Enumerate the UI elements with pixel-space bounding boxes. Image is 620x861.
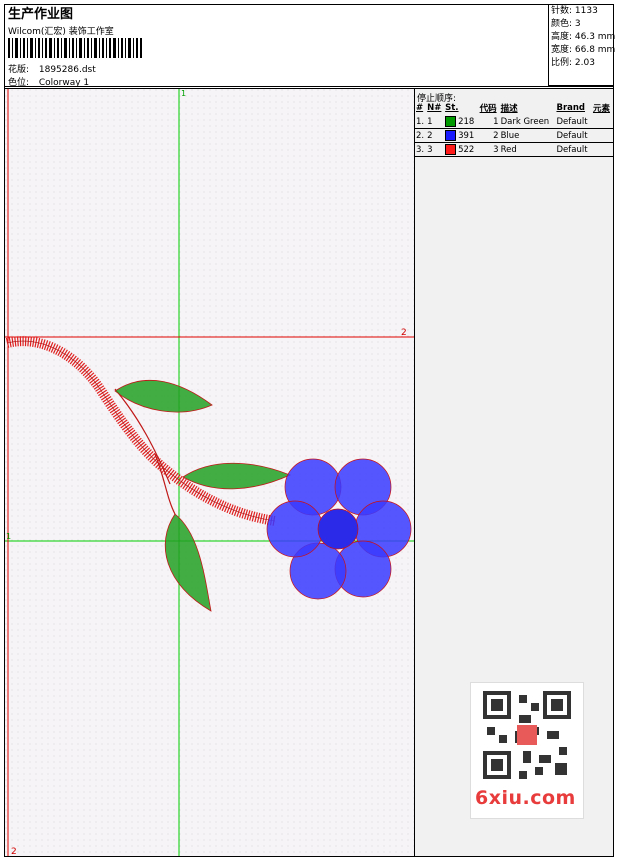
stop-sequence-table: # N# St. 代码 描述 Brand 元素 1. 1 218 1 Dark Gree… bbox=[415, 101, 613, 157]
stop-sequence-row[interactable]: 1. 1 218 1 Dark Green Default bbox=[415, 115, 613, 129]
color-swatch bbox=[445, 116, 457, 127]
row-brand: Default bbox=[555, 128, 592, 143]
page-title: 生产作业图 bbox=[8, 7, 74, 22]
row-element bbox=[591, 142, 613, 157]
row-code: 3 bbox=[478, 142, 500, 157]
row-description: Red bbox=[499, 142, 556, 157]
row-stitches: 391 bbox=[444, 128, 479, 143]
header-divider bbox=[4, 86, 614, 87]
stitch-count-value: 522 bbox=[458, 145, 475, 155]
row-number: 2 bbox=[426, 128, 445, 143]
studio-name: Wilcom(汇宏) 装饰工作室 bbox=[8, 27, 114, 37]
color-swatch bbox=[445, 130, 457, 141]
stitch-count-value: 391 bbox=[458, 131, 475, 141]
row-stitches: 218 bbox=[444, 115, 479, 129]
col-stitches: St. bbox=[445, 103, 459, 113]
row-stitches: 522 bbox=[444, 142, 479, 157]
row-code: 1 bbox=[478, 115, 500, 129]
watermark-logo: 6xiu.com bbox=[475, 787, 576, 809]
row-code: 2 bbox=[478, 128, 500, 143]
design-scale: 比例: 2.03 bbox=[551, 58, 595, 68]
design-value: 1895286.dst bbox=[38, 65, 96, 75]
design-preview: 1 1 2 2 bbox=[5, 89, 414, 856]
design-label: 花版: bbox=[8, 65, 30, 75]
guide-bottom-label: 2 bbox=[11, 847, 17, 856]
row-number: 1 bbox=[426, 115, 445, 129]
stop-sequence-row[interactable]: 3. 3 522 3 Red Default bbox=[415, 142, 613, 157]
design-row: 花版: 1895286.dst bbox=[8, 62, 96, 75]
row-brand: Default bbox=[555, 115, 592, 129]
row-element bbox=[591, 115, 613, 129]
row-index: 2. bbox=[415, 128, 427, 143]
row-number: 3 bbox=[426, 142, 445, 157]
row-element bbox=[591, 128, 613, 143]
stitch-count: 针数: 1133 bbox=[551, 6, 598, 16]
row-index: 1. bbox=[415, 115, 427, 129]
design-height: 高度: 46.3 mm bbox=[551, 32, 616, 42]
col-index: # bbox=[416, 103, 424, 113]
color-count: 颜色: 3 bbox=[551, 19, 581, 29]
guide-left-label: 1 bbox=[6, 532, 11, 541]
col-element: 元素 bbox=[592, 104, 610, 114]
barcode bbox=[8, 38, 142, 58]
guide-right-label: 2 bbox=[401, 328, 407, 338]
col-code: 代码 bbox=[479, 104, 497, 114]
stats-box: 针数: 1133 颜色: 3 高度: 46.3 mm 宽度: 66.8 mm 比… bbox=[548, 4, 616, 86]
stitch-count-value: 218 bbox=[458, 117, 475, 127]
row-brand: Default bbox=[555, 142, 592, 157]
row-index: 3. bbox=[415, 142, 427, 157]
row-description: Dark Green bbox=[499, 115, 556, 129]
col-description: 描述 bbox=[500, 104, 518, 114]
design-canvas[interactable]: 1 1 2 2 bbox=[5, 89, 415, 856]
col-brand: Brand bbox=[556, 103, 586, 113]
watermark: 6xiu.com bbox=[470, 682, 584, 819]
color-swatch bbox=[445, 144, 457, 155]
guide-top-label: 1 bbox=[181, 89, 186, 98]
qr-code bbox=[479, 687, 575, 783]
row-description: Blue bbox=[499, 128, 556, 143]
design-width: 宽度: 66.8 mm bbox=[551, 45, 616, 55]
col-number: N# bbox=[427, 103, 442, 113]
stop-sequence-row[interactable]: 2. 2 391 2 Blue Default bbox=[415, 128, 613, 143]
